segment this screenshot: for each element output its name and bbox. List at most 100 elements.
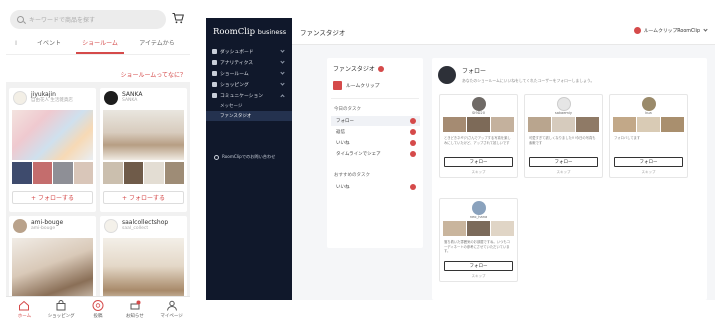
nav-post[interactable]: 投稿 — [80, 297, 117, 323]
task-panel-title-text: ファンスタジオ — [333, 66, 375, 73]
avatar — [13, 219, 27, 233]
brand-row: ルームクリップ — [333, 81, 379, 90]
search-placeholder: キーワードで商品を探す — [29, 17, 96, 24]
sidebar-item-showroom[interactable]: ショールーム — [206, 68, 292, 79]
nav-mypage[interactable]: マイページ — [153, 297, 190, 323]
nav-home[interactable]: ホーム — [6, 297, 43, 323]
follow-button[interactable]: フォロー — [529, 157, 598, 167]
task-panel: ファンスタジオ ルームクリップ 今日のタスク フォロー 返信 いいね タイムライ… — [327, 58, 423, 248]
task-recommend-like[interactable]: いいね — [331, 182, 420, 192]
user-comment: ときどきネギ(?)さんでアップする写真を楽しみにしていたけど、アップされて嬉しい… — [444, 136, 511, 145]
page-title: ファンスタジオ — [300, 29, 346, 37]
task-share[interactable]: タイムラインでシェア — [331, 149, 420, 159]
sidebar-menu: ダッシュボード アナリティクス ショールーム ショッピング コミュニケーション … — [206, 46, 292, 121]
follow-button[interactable]: フォロー — [444, 261, 513, 271]
sidebar-item-label: ショッピング — [220, 83, 249, 88]
sidebar-item-shopping[interactable]: ショッピング — [206, 79, 292, 90]
photo-strip — [103, 162, 184, 184]
showroom-card[interactable]: saalcollectshop saal_collect — [100, 216, 187, 306]
task-label: いいね — [336, 141, 350, 146]
task-label: いいね — [336, 185, 350, 190]
skip-link[interactable]: スキップ — [440, 274, 517, 279]
desktop-app: RoomClip business ダッシュボード アナリティクス ショールーム… — [206, 18, 715, 300]
avatar — [642, 97, 656, 111]
follow-panel: フォロー あなたのショールームにいいねをしてくれたユーザーをフォローしましょう。… — [432, 58, 707, 300]
help-icon — [214, 154, 219, 160]
follow-icon — [438, 66, 456, 84]
skip-link[interactable]: スキップ — [440, 170, 517, 175]
avatar — [472, 201, 486, 215]
task-badge — [410, 184, 416, 190]
chevron-down-icon — [280, 59, 285, 64]
task-reply[interactable]: 返信 — [331, 127, 420, 137]
user-name: sakaemiy — [554, 111, 573, 115]
search-input[interactable]: キーワードで商品を探す — [10, 10, 166, 29]
follow-button[interactable]: + フォローする — [103, 191, 184, 204]
chevron-down-icon — [703, 27, 708, 32]
tab-items[interactable]: アイテムから — [128, 38, 186, 54]
dashboard-icon — [212, 49, 217, 54]
nav-notifications[interactable]: お知らせ — [116, 297, 153, 323]
shop-subtitle: SANKA — [122, 98, 138, 103]
sidebar-item-messages[interactable]: メッセージ — [206, 101, 292, 111]
follow-button[interactable]: フォロー — [614, 157, 683, 167]
user-card: neo_hana 落ち着いた雰囲気のお部屋ですね。いつもコーディネートの参考にさ… — [439, 198, 518, 282]
user-photos — [443, 117, 514, 132]
task-follow[interactable]: フォロー — [331, 116, 420, 126]
showroom-card[interactable]: SANKA SANKA + フォローする — [100, 88, 187, 212]
skip-link[interactable]: スキップ — [525, 170, 602, 175]
today-section-label: 今日のタスク — [334, 107, 361, 112]
logo-suffix: business — [257, 28, 287, 36]
sidebar-item-label: ダッシュボード — [220, 50, 254, 55]
skip-link[interactable]: スキップ — [610, 170, 687, 175]
user-name: SI9D20 — [472, 111, 485, 115]
user-comment: 可愛すぎて欲しくなりました!!!今日の写真も素敵です — [529, 136, 596, 145]
user-card: kua フォロバしてます フォロー スキップ — [609, 94, 688, 178]
logo-name: RoomClip — [213, 27, 256, 37]
tab-showroom[interactable]: ショールーム — [72, 38, 128, 54]
avatar — [104, 219, 118, 233]
showroom-card[interactable]: ami-bouge ami-bouge — [9, 216, 96, 306]
showroom-help-link[interactable]: ショールームってなに？ — [120, 70, 186, 79]
follow-button[interactable]: + フォローする — [12, 191, 93, 204]
task-panel-title: ファンスタジオ — [333, 64, 384, 73]
photo-strip — [12, 162, 93, 184]
cart-icon[interactable] — [172, 12, 184, 24]
topbar: ファンスタジオ ルームクリップRoomClip — [292, 18, 715, 45]
help-link[interactable]: RoomClipでのお問い合わせ — [214, 154, 275, 160]
user-name: neo_hana — [469, 215, 488, 219]
showroom-icon — [212, 71, 217, 76]
user-icon — [166, 300, 177, 311]
task-like[interactable]: いいね — [331, 138, 420, 148]
sidebar-item-dashboard[interactable]: ダッシュボード — [206, 46, 292, 57]
sidebar-item-communication[interactable]: コミュニケーション — [206, 90, 292, 101]
account-menu[interactable]: ルームクリップRoomClip — [633, 27, 708, 34]
sidebar-item-analytics[interactable]: アナリティクス — [206, 57, 292, 68]
brand-name: ルームクリップ — [346, 84, 380, 89]
showroom-photo — [12, 110, 93, 160]
nav-shopping[interactable]: ショッピング — [43, 297, 80, 323]
account-name: ルームクリップRoomClip — [643, 29, 700, 34]
tab-event[interactable]: イベント — [26, 38, 72, 54]
avatar — [13, 91, 27, 105]
chevron-down-icon — [280, 48, 285, 53]
sidebar-item-label: コミュニケーション — [220, 94, 264, 99]
user-photos — [443, 221, 514, 236]
chevron-down-icon — [280, 70, 285, 75]
nav-label: マイページ — [160, 314, 183, 319]
follow-button[interactable]: フォロー — [444, 157, 513, 167]
task-badge — [410, 129, 416, 135]
showroom-photo — [103, 110, 184, 160]
task-badge — [410, 118, 416, 124]
showroom-card[interactable]: jiyukajin 自由花人 生活雑貨店 + フォローする — [9, 88, 96, 212]
shop-subtitle: saal_collect — [122, 226, 149, 231]
camera-icon — [92, 300, 104, 311]
user-comment: フォロバしてます — [614, 136, 641, 140]
chat-icon — [212, 93, 217, 98]
brand-icon — [333, 81, 342, 90]
sidebar-item-fan-studio[interactable]: ファンスタジオ — [206, 111, 292, 121]
follow-header: フォロー あなたのショールームにいいねをしてくれたユーザーをフォローしましょう。 — [438, 66, 594, 84]
tab-marker: I — [15, 40, 17, 47]
status-badge — [377, 65, 384, 72]
user-photos — [528, 117, 599, 132]
